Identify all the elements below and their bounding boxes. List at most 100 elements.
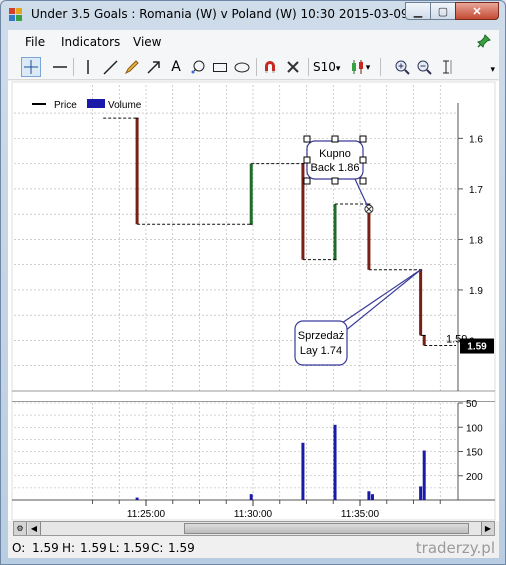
volume-bar bbox=[249, 494, 253, 500]
title-bar[interactable]: Under 3.5 Goals : Romania (W) v Poland (… bbox=[1, 1, 505, 29]
ellipse-icon bbox=[234, 62, 250, 73]
scroll-thumb[interactable] bbox=[184, 523, 469, 534]
selection-handle bbox=[331, 177, 339, 185]
volume-bar bbox=[370, 494, 374, 500]
drawing-toolbar: A S10▾ ▾ ▾ bbox=[8, 54, 499, 80]
buy-callout-line1: Kupno bbox=[319, 148, 351, 160]
rectangle-icon bbox=[213, 63, 227, 72]
status-low-label: L: bbox=[109, 541, 120, 555]
maximize-button[interactable]: ▢ bbox=[430, 2, 456, 20]
timeframe-selector[interactable]: S10▾ bbox=[313, 60, 340, 74]
volume-tick-label: 150 bbox=[466, 448, 483, 459]
cursor-tool-button[interactable] bbox=[436, 57, 456, 77]
scroll-settings-icon[interactable]: ⚙ bbox=[14, 522, 27, 535]
window-title: Under 3.5 Goals : Romania (W) v Poland (… bbox=[31, 7, 409, 21]
delete-x-icon bbox=[287, 61, 299, 73]
legend-volume-swatch bbox=[87, 99, 105, 108]
selection-handle bbox=[331, 135, 339, 143]
menu-bar: File Indicators View bbox=[8, 30, 499, 54]
time-tick-label: 11:35:00 bbox=[341, 509, 380, 520]
volume-bar bbox=[367, 491, 371, 500]
price-tick-label: 1.6 bbox=[469, 134, 483, 145]
volume-bar bbox=[422, 450, 426, 500]
trend-line-tool-button[interactable] bbox=[100, 57, 120, 77]
volume-bar bbox=[135, 497, 139, 500]
price-tick-label: 1.9 bbox=[469, 286, 483, 297]
price-volume-chart[interactable]: 21.91.81.71.62001501005011:25:0011:30:00… bbox=[8, 81, 499, 521]
timeframe-dropdown-arrow: ▾ bbox=[335, 64, 341, 74]
magnet-tool-button[interactable] bbox=[260, 57, 280, 77]
status-open-value: 1.59 bbox=[32, 541, 59, 555]
status-low-value: 1.59 bbox=[123, 541, 150, 555]
volume-tick-label: 50 bbox=[466, 399, 478, 410]
chart-type-dropdown-arrow: ▾ bbox=[365, 61, 371, 72]
last-price-label: 1.59 bbox=[467, 342, 487, 353]
volume-bar bbox=[301, 442, 305, 500]
delete-drawing-button[interactable] bbox=[283, 57, 303, 77]
scroll-right-button[interactable]: ▶ bbox=[481, 522, 494, 535]
app-icon bbox=[9, 8, 23, 22]
selection-handle bbox=[359, 135, 367, 143]
buy-callout-line2: Back 1.86 bbox=[311, 162, 360, 174]
menu-view[interactable]: View bbox=[133, 35, 161, 49]
rectangle-tool-button[interactable] bbox=[210, 57, 230, 77]
ellipse-tool-button[interactable] bbox=[232, 57, 252, 77]
sell-callout-line2: Lay 1.74 bbox=[300, 345, 342, 357]
selection-handle bbox=[303, 156, 311, 164]
menu-file[interactable]: File bbox=[25, 35, 45, 49]
price-tick-label: 1.8 bbox=[469, 235, 483, 246]
legend-volume-label: Volume bbox=[108, 100, 142, 111]
selection-handle bbox=[359, 177, 367, 185]
status-high-value: 1.59 bbox=[80, 541, 107, 555]
callout-icon bbox=[191, 60, 205, 74]
vertical-line-tool-button[interactable] bbox=[78, 57, 98, 77]
watermark-logo: traderzy.pl bbox=[415, 539, 495, 557]
chart-scrollbar[interactable]: ⚙ ◀ ▶ bbox=[13, 521, 495, 536]
zoom-out-button[interactable] bbox=[414, 57, 434, 77]
sell-callout-line1: Sprzedaż bbox=[298, 330, 344, 342]
vertical-line-icon bbox=[87, 60, 89, 74]
chart-area[interactable]: 21.91.81.71.62001501005011:25:0011:30:00… bbox=[8, 81, 499, 521]
horizontal-line-icon bbox=[53, 66, 67, 68]
close-button[interactable]: ✕ bbox=[455, 2, 499, 20]
text-cursor-icon bbox=[443, 60, 452, 74]
zoom-out-icon bbox=[417, 60, 432, 75]
toolbar-overflow-button[interactable]: ▾ bbox=[490, 64, 495, 75]
zoom-in-icon bbox=[395, 60, 410, 75]
client-area: File Indicators View A S10▾ ▾ ▾ 1.9 1.8 … bbox=[8, 30, 499, 558]
zoom-in-button[interactable] bbox=[392, 57, 412, 77]
pencil-tool-button[interactable] bbox=[122, 57, 142, 77]
price-tick-label: 1.7 bbox=[469, 185, 483, 196]
time-tick-label: 11:30:00 bbox=[234, 509, 273, 520]
minimize-button[interactable]: ▁ bbox=[405, 2, 431, 20]
callout-tool-button[interactable] bbox=[188, 57, 208, 77]
arrow-icon bbox=[147, 61, 160, 74]
crosshair-icon bbox=[24, 60, 38, 74]
text-icon: A bbox=[171, 59, 181, 75]
volume-tick-label: 200 bbox=[466, 472, 483, 483]
time-tick-label: 11:25:00 bbox=[127, 509, 166, 520]
horizontal-line-tool-button[interactable] bbox=[50, 57, 70, 77]
diagonal-line-icon bbox=[103, 60, 118, 75]
chart-type-selector[interactable]: ▾ bbox=[346, 57, 374, 77]
sell-callout-box bbox=[294, 320, 348, 366]
menu-indicators[interactable]: Indicators bbox=[61, 35, 120, 49]
timeframe-label: S10 bbox=[313, 60, 336, 74]
magnet-icon bbox=[265, 61, 275, 73]
selection-handle bbox=[359, 156, 367, 164]
volume-bar bbox=[333, 424, 337, 500]
status-high-label: H: bbox=[62, 541, 76, 555]
text-tool-button[interactable]: A bbox=[166, 57, 186, 77]
status-close-label: C: bbox=[151, 541, 164, 555]
arrow-tool-button[interactable] bbox=[144, 57, 164, 77]
volume-bar bbox=[419, 486, 423, 500]
app-window: Under 3.5 Goals : Romania (W) v Poland (… bbox=[0, 0, 506, 565]
status-bar: O: 1.59 H: 1.59 L: 1.59 C: 1.59 traderzy… bbox=[8, 538, 499, 558]
selection-handle bbox=[303, 135, 311, 143]
candlestick-icon bbox=[351, 60, 363, 74]
pin-icon[interactable] bbox=[477, 34, 491, 48]
crosshair-tool-button[interactable] bbox=[21, 57, 41, 77]
volume-tick-label: 100 bbox=[466, 423, 483, 434]
scroll-left-button[interactable]: ◀ bbox=[28, 522, 41, 535]
selection-handle bbox=[303, 177, 311, 185]
